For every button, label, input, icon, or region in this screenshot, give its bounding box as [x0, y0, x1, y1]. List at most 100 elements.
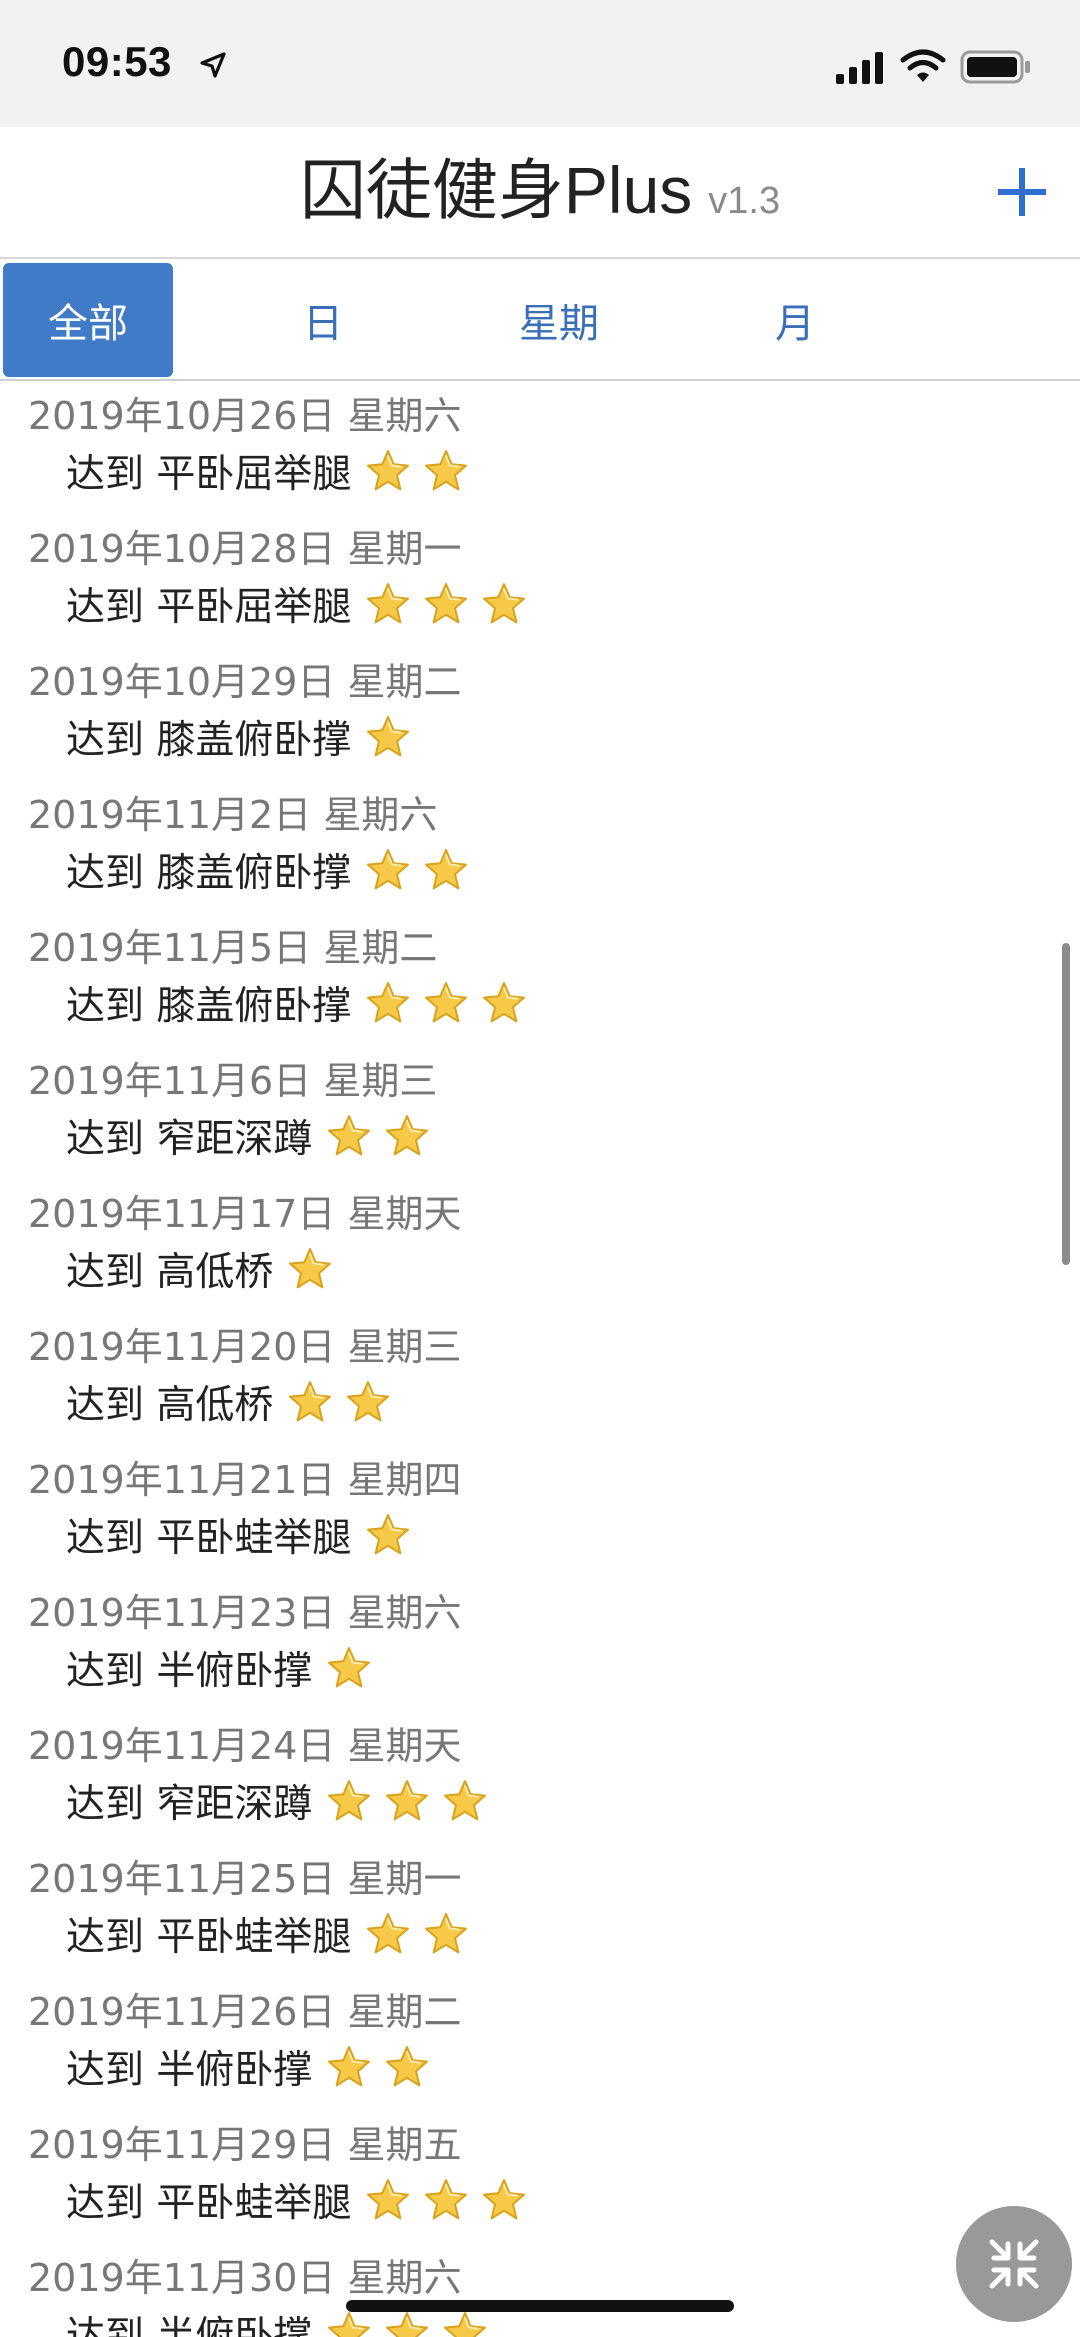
entry-date: 2019年11月17日 星期天 [28, 1192, 462, 1236]
list-item[interactable]: 2019年11月6日 星期三 达到 窄距深蹲 [0, 1046, 1080, 1179]
entry-achievement-text: 达到 窄距深蹲 [66, 1117, 313, 1162]
list-item[interactable]: 2019年11月24日 星期天达到 窄距深蹲 [0, 1711, 1080, 1844]
entry-achievement: 达到 窄距深蹲 [66, 1773, 500, 1829]
app-header: 囚徒健身Plus v1.3 [0, 127, 1080, 259]
entry-achievement: 达到 半俯卧撑 [66, 2039, 442, 2095]
entry-achievement: 达到 半俯卧撑 [66, 1640, 384, 1696]
list-item[interactable]: 2019年11月29日 星期五达到 平卧蛙举腿 [0, 2110, 1080, 2243]
entry-date: 2019年10月29日 星期二 [28, 660, 462, 704]
entry-achievement: 达到 膝盖俯卧撑 [66, 842, 481, 898]
entry-achievement-text: 达到 膝盖俯卧撑 [66, 718, 352, 763]
star-icon [423, 980, 469, 1026]
home-indicator[interactable] [346, 2300, 734, 2312]
list-item[interactable]: 2019年11月26日 星期二达到 半俯卧撑 [0, 1977, 1080, 2110]
entry-date: 2019年11月2日 星期六 [28, 793, 438, 837]
star-rating [365, 980, 539, 1026]
add-button[interactable] [992, 162, 1052, 222]
star-icon [384, 2044, 430, 2090]
entry-date: 2019年11月24日 星期天 [28, 1724, 462, 1768]
star-icon [481, 2177, 527, 2223]
entry-date: 2019年10月28日 星期一 [28, 527, 462, 571]
list-item[interactable]: 2019年10月28日 星期一达到 平卧屈举腿 [0, 514, 1080, 647]
entry-achievement: 达到 膝盖俯卧撑 [66, 975, 539, 1031]
list-item[interactable]: 2019年11月2日 星期六达到 膝盖俯卧撑 [0, 780, 1080, 913]
star-icon [365, 714, 411, 760]
star-icon [326, 1645, 372, 1691]
entry-achievement-text: 达到 半俯卧撑 [66, 2314, 313, 2337]
tab-week[interactable]: 星期 [474, 263, 644, 377]
wifi-icon [900, 49, 946, 82]
star-rating [365, 448, 481, 494]
entry-achievement-text: 达到 平卧屈举腿 [66, 452, 352, 497]
entry-achievement-text: 达到 平卧蛙举腿 [66, 2181, 352, 2226]
star-rating [365, 847, 481, 893]
list-item[interactable]: 2019年10月26日 星期六 达到 平卧屈举腿 [0, 381, 1080, 514]
star-rating [326, 2310, 500, 2337]
battery-icon [960, 50, 1030, 84]
tab-all[interactable]: 全部 [3, 263, 173, 377]
entry-achievement-text: 达到 平卧蛙举腿 [66, 1915, 352, 1960]
star-icon [326, 2310, 372, 2337]
entry-achievement-text: 达到 平卧蛙举腿 [66, 1516, 352, 1561]
list-item[interactable]: 2019年11月23日 星期六 达到 半俯卧撑 [0, 1578, 1080, 1711]
filter-tabs: 全部 日 星期 月 [0, 259, 1080, 381]
star-icon [384, 1113, 430, 1159]
entry-achievement: 达到 平卧蛙举腿 [66, 2172, 539, 2228]
star-icon [442, 1778, 488, 1824]
plus-icon [998, 168, 1046, 216]
entry-achievement: 达到 膝盖俯卧撑 [66, 709, 423, 765]
star-icon [384, 2310, 430, 2337]
list-item[interactable]: 2019年11月30日 星期六达到 半俯卧撑 [0, 2243, 1080, 2337]
entry-achievement: 达到 高低桥 [66, 1374, 403, 1430]
star-icon [287, 1379, 333, 1425]
cellular-signal-icon [836, 52, 883, 84]
star-rating [326, 2044, 442, 2090]
entry-date: 2019年11月30日 星期六 [28, 2256, 462, 2300]
entry-date: 2019年11月26日 星期二 [28, 1990, 462, 2034]
entry-achievement: 达到 平卧蛙举腿 [66, 1507, 423, 1563]
star-rating [326, 1645, 384, 1691]
entry-date: 2019年11月20日 星期三 [28, 1325, 462, 1369]
status-bar: 09:53 [0, 0, 1080, 127]
entry-achievement: 达到 平卧屈举腿 [66, 443, 481, 499]
app-version: v1.3 [708, 180, 781, 222]
star-icon [423, 448, 469, 494]
star-rating [365, 581, 539, 627]
star-icon [423, 581, 469, 627]
entry-achievement-text: 达到 平卧屈举腿 [66, 585, 352, 630]
history-list[interactable]: 2019年10月26日 星期六 达到 平卧屈举腿 2019年10月28日 星期一 达到… [0, 381, 1080, 2337]
list-item[interactable]: 2019年10月29日 星期二达到 膝盖俯卧撑 [0, 647, 1080, 780]
entry-achievement-text: 达到 高低桥 [66, 1250, 274, 1295]
entry-achievement: 达到 高低桥 [66, 1241, 345, 1297]
entry-achievement-text: 达到 膝盖俯卧撑 [66, 851, 352, 896]
entry-achievement: 达到 平卧蛙举腿 [66, 1906, 481, 1962]
star-rating [287, 1246, 345, 1292]
list-item[interactable]: 2019年11月25日 星期一 达到 平卧蛙举腿 [0, 1844, 1080, 1977]
scrollbar[interactable] [1062, 943, 1070, 1265]
list-item[interactable]: 2019年11月20日 星期三达到 高低桥 [0, 1312, 1080, 1445]
star-icon [365, 1512, 411, 1558]
collapse-button[interactable] [956, 2206, 1072, 2322]
entry-achievement-text: 达到 高低桥 [66, 1383, 274, 1428]
star-icon [287, 1246, 333, 1292]
star-icon [365, 2177, 411, 2223]
star-icon [442, 2310, 488, 2337]
star-icon [481, 581, 527, 627]
tab-day[interactable]: 日 [238, 263, 408, 377]
star-icon [384, 1778, 430, 1824]
list-item[interactable]: 2019年11月5日 星期二 达到 膝盖俯卧撑 [0, 913, 1080, 1046]
entry-achievement: 达到 窄距深蹲 [66, 1108, 442, 1164]
tab-month[interactable]: 月 [710, 263, 880, 377]
app-name: 囚徒健身Plus [299, 153, 693, 227]
entry-date: 2019年11月21日 星期四 [28, 1458, 462, 1502]
star-icon [326, 1778, 372, 1824]
star-icon [481, 980, 527, 1026]
entry-achievement-text: 达到 窄距深蹲 [66, 1782, 313, 1827]
entry-achievement: 达到 平卧屈举腿 [66, 576, 539, 632]
star-rating [365, 1911, 481, 1957]
list-item[interactable]: 2019年11月21日 星期四达到 平卧蛙举腿 [0, 1445, 1080, 1578]
list-item[interactable]: 2019年11月17日 星期天达到 高低桥 [0, 1179, 1080, 1312]
star-icon [365, 1911, 411, 1957]
entry-date: 2019年11月29日 星期五 [28, 2123, 462, 2167]
star-rating [326, 1778, 500, 1824]
